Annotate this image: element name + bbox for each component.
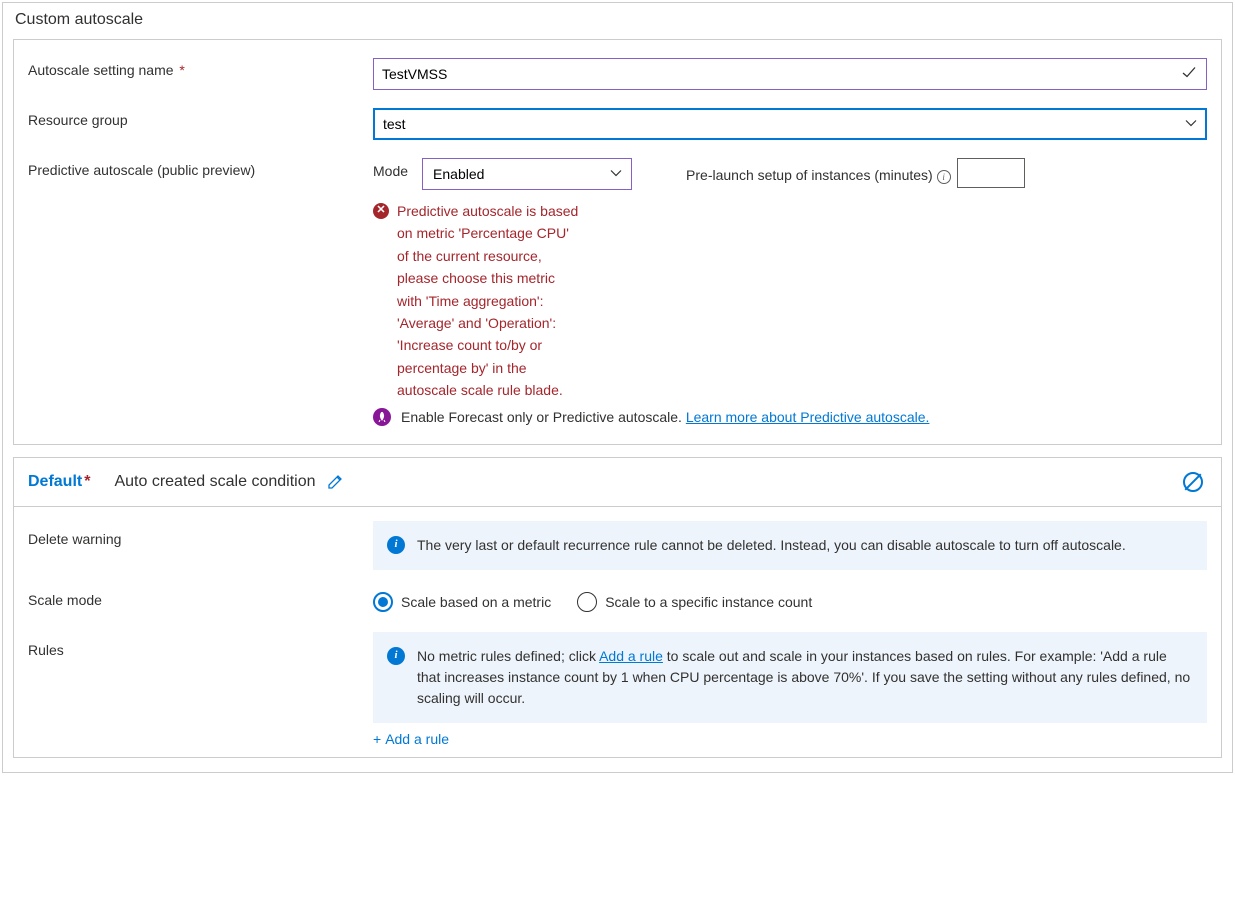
rules-row: Rules i No metric rules defined; click A… (28, 632, 1207, 747)
edit-icon[interactable] (327, 473, 343, 490)
mode-column: Mode Enabled ✕ (373, 158, 632, 402)
rules-label: Rules (28, 632, 373, 658)
delete-icon[interactable] (1183, 472, 1203, 492)
error-icon: ✕ (373, 203, 389, 219)
setting-name-input[interactable] (373, 58, 1207, 90)
predictive-label: Predictive autoscale (public preview) (28, 158, 373, 178)
radio-unselected-icon (577, 592, 597, 612)
mode-select[interactable]: Enabled (422, 158, 632, 190)
rocket-icon (373, 408, 391, 426)
rules-info: i No metric rules defined; click Add a r… (373, 632, 1207, 723)
scale-condition-panel: Default* Auto created scale condition De… (13, 457, 1222, 758)
setting-name-label: Autoscale setting name * (28, 58, 373, 78)
scale-mode-label: Scale mode (28, 590, 373, 608)
condition-title: Default* (28, 473, 90, 491)
learn-more-link[interactable]: Learn more about Predictive autoscale. (686, 409, 930, 425)
resource-group-label: Resource group (28, 108, 373, 128)
scale-mode-count-radio[interactable]: Scale to a specific instance count (577, 592, 812, 612)
forecast-row: Enable Forecast only or Predictive autos… (373, 408, 1207, 426)
info-icon: i (387, 536, 405, 554)
resource-group-select[interactable] (373, 108, 1207, 140)
resource-group-row: Resource group (28, 108, 1207, 140)
custom-autoscale-panel: Custom autoscale Autoscale setting name … (2, 2, 1233, 773)
delete-warning-label: Delete warning (28, 521, 373, 547)
info-icon[interactable]: i (937, 170, 951, 184)
predictive-autoscale-row: Predictive autoscale (public preview) Mo… (28, 158, 1207, 426)
condition-header: Default* Auto created scale condition (14, 458, 1221, 507)
scale-mode-row: Scale mode Scale based on a metric Scale… (28, 590, 1207, 612)
plus-icon: + (373, 731, 381, 747)
setting-name-row: Autoscale setting name * (28, 58, 1207, 90)
scale-mode-radio-group: Scale based on a metric Scale to a speci… (373, 590, 812, 612)
scale-mode-metric-radio[interactable]: Scale based on a metric (373, 592, 551, 612)
prelaunch-input[interactable] (957, 158, 1025, 188)
prelaunch-group: Pre-launch setup of instances (minutes) … (686, 158, 1025, 188)
add-rule-inline-link[interactable]: Add a rule (599, 648, 663, 664)
info-icon: i (387, 647, 405, 665)
condition-body: Delete warning i The very last or defaul… (14, 507, 1221, 757)
setting-name-input-wrap (373, 58, 1207, 90)
mode-label: Mode (373, 158, 408, 179)
required-indicator: * (176, 62, 185, 78)
add-rule-button[interactable]: + Add a rule (373, 731, 1207, 747)
delete-warning-row: Delete warning i The very last or defaul… (28, 521, 1207, 570)
condition-subtitle: Auto created scale condition (114, 473, 315, 491)
autoscale-settings-panel: Autoscale setting name * Resource group (13, 39, 1222, 445)
mode-error-message: ✕ Predictive autoscale is based on metri… (373, 200, 579, 402)
panel-title: Custom autoscale (15, 11, 1222, 29)
radio-selected-icon (373, 592, 393, 612)
resource-group-select-wrap (373, 108, 1207, 140)
prelaunch-label: Pre-launch setup of instances (minutes) … (686, 162, 951, 183)
delete-warning-info: i The very last or default recurrence ru… (373, 521, 1207, 570)
